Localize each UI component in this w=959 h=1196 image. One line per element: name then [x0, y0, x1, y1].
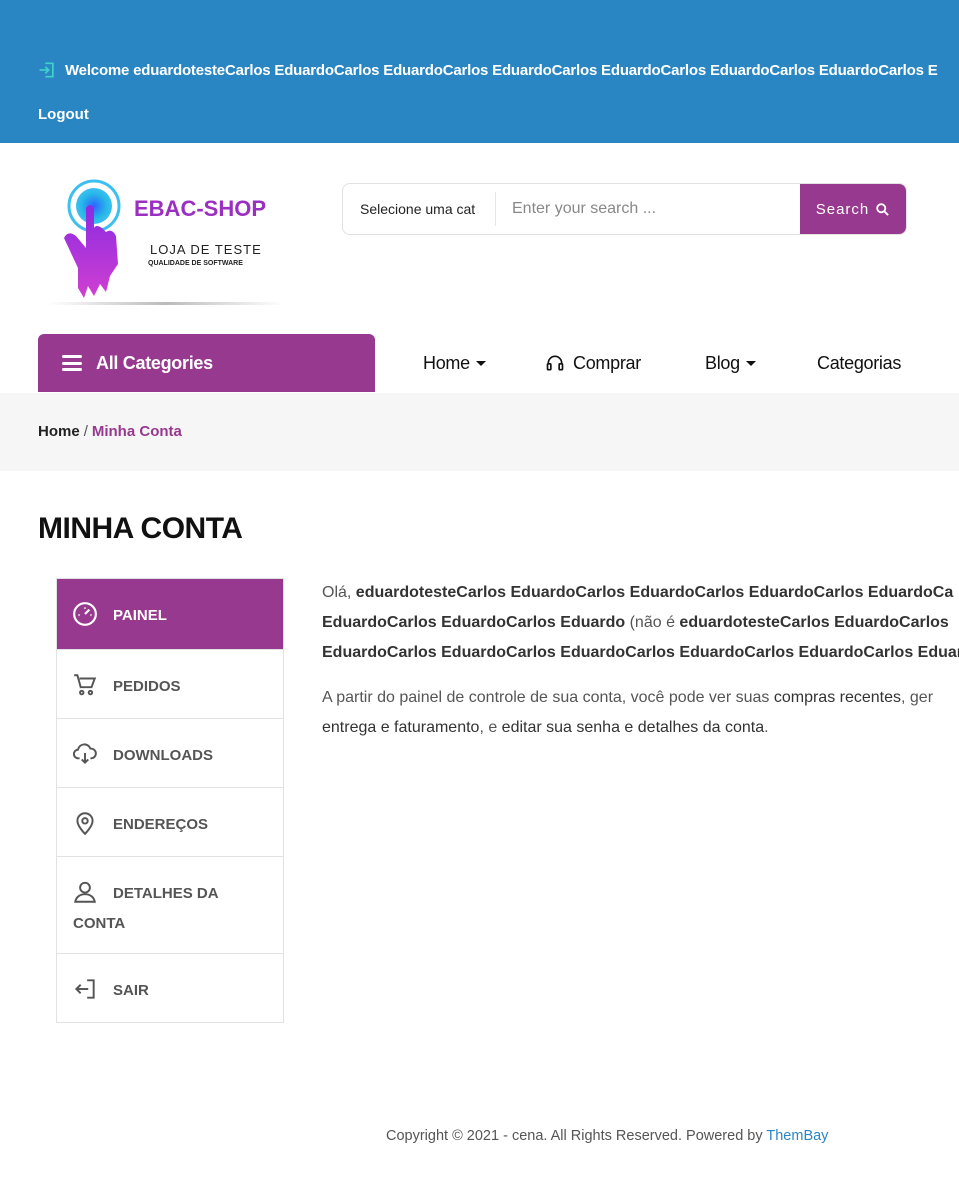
account-nav-sair[interactable]: SAIR [57, 953, 283, 1022]
sign-in-icon [39, 62, 54, 78]
all-categories-button[interactable]: All Categories [38, 334, 375, 392]
site-logo[interactable]: EBAC-SHOP LOJA DE TESTE QUALIDADE DE SOF… [48, 178, 288, 313]
user-icon [74, 881, 96, 903]
search-bar: Selecione uma cat Search [342, 183, 907, 235]
welcome-row: Welcome eduardotesteCarlos EduardoCarlos… [37, 60, 938, 80]
search-button[interactable]: Search [800, 184, 906, 234]
footer-copyright: Copyright © 2021 - cena. All Rights Rese… [386, 1128, 829, 1144]
breadcrumb-bar: Home / Minha Conta [0, 393, 959, 471]
thembay-link[interactable]: ThemBay [766, 1128, 828, 1144]
search-input[interactable] [496, 184, 800, 234]
nav-home[interactable]: Home [423, 334, 486, 392]
account-dashboard-content: Olá, eduardotesteCarlos EduardoCarlos Ed… [322, 578, 959, 743]
headset-icon [546, 355, 564, 371]
menu-icon [62, 355, 82, 371]
top-bar: Welcome eduardotesteCarlos EduardoCarlos… [0, 0, 959, 143]
logo-title: EBAC-SHOP [134, 196, 266, 221]
account-nav-detalhes[interactable]: DETALHES DA CONTA [57, 856, 283, 953]
breadcrumb: Home / Minha Conta [38, 423, 182, 440]
account-nav-painel[interactable]: PAINEL [57, 579, 283, 649]
nav-categorias[interactable]: Categorias [817, 334, 901, 392]
username: eduardotesteCarlos EduardoCarlos Eduardo… [355, 584, 954, 601]
welcome-text: Welcome eduardotesteCarlos EduardoCarlos… [65, 61, 938, 79]
recent-orders-link[interactable]: compras recentes [774, 689, 901, 706]
speedometer-icon [73, 602, 97, 626]
account-navigation: PAINEL PEDIDOS DOWNLOADS ENDEREÇOS DETAL… [56, 578, 284, 1023]
logo-subtitle: LOJA DE TESTE [150, 242, 262, 257]
nav-comprar[interactable]: Comprar [545, 334, 641, 392]
logout-icon [74, 979, 95, 999]
search-button-label: Search [815, 200, 870, 218]
logout-link[interactable]: Logout [38, 106, 89, 123]
category-select[interactable]: Selecione uma cat [343, 192, 496, 226]
dashboard-description: A partir do painel de controle de sua co… [322, 689, 934, 736]
all-categories-label: All Categories [96, 352, 213, 373]
caret-down-icon [475, 360, 486, 366]
caret-down-icon [745, 360, 756, 366]
greeting: Olá, eduardotesteCarlos EduardoCarlos Ed… [322, 584, 959, 661]
account-nav-enderecos[interactable]: ENDEREÇOS [57, 787, 283, 856]
addresses-link[interactable]: entrega e faturamento [322, 719, 479, 736]
account-nav-downloads[interactable]: DOWNLOADS [57, 718, 283, 787]
account-nav-pedidos[interactable]: PEDIDOS [57, 649, 283, 718]
cart-icon [74, 674, 97, 696]
cloud-download-icon [72, 743, 97, 765]
breadcrumb-separator: / [83, 423, 88, 440]
page-title: MINHA CONTA [38, 512, 243, 545]
nav-blog[interactable]: Blog [705, 334, 756, 392]
breadcrumb-current: Minha Conta [91, 423, 182, 440]
edit-account-link[interactable]: editar sua senha e detalhes da conta [502, 719, 764, 736]
search-icon [876, 202, 890, 216]
location-pin-icon [76, 812, 94, 836]
breadcrumb-home[interactable]: Home [38, 423, 80, 440]
logo-tagline: QUALIDADE DE SOFTWARE [148, 260, 243, 267]
